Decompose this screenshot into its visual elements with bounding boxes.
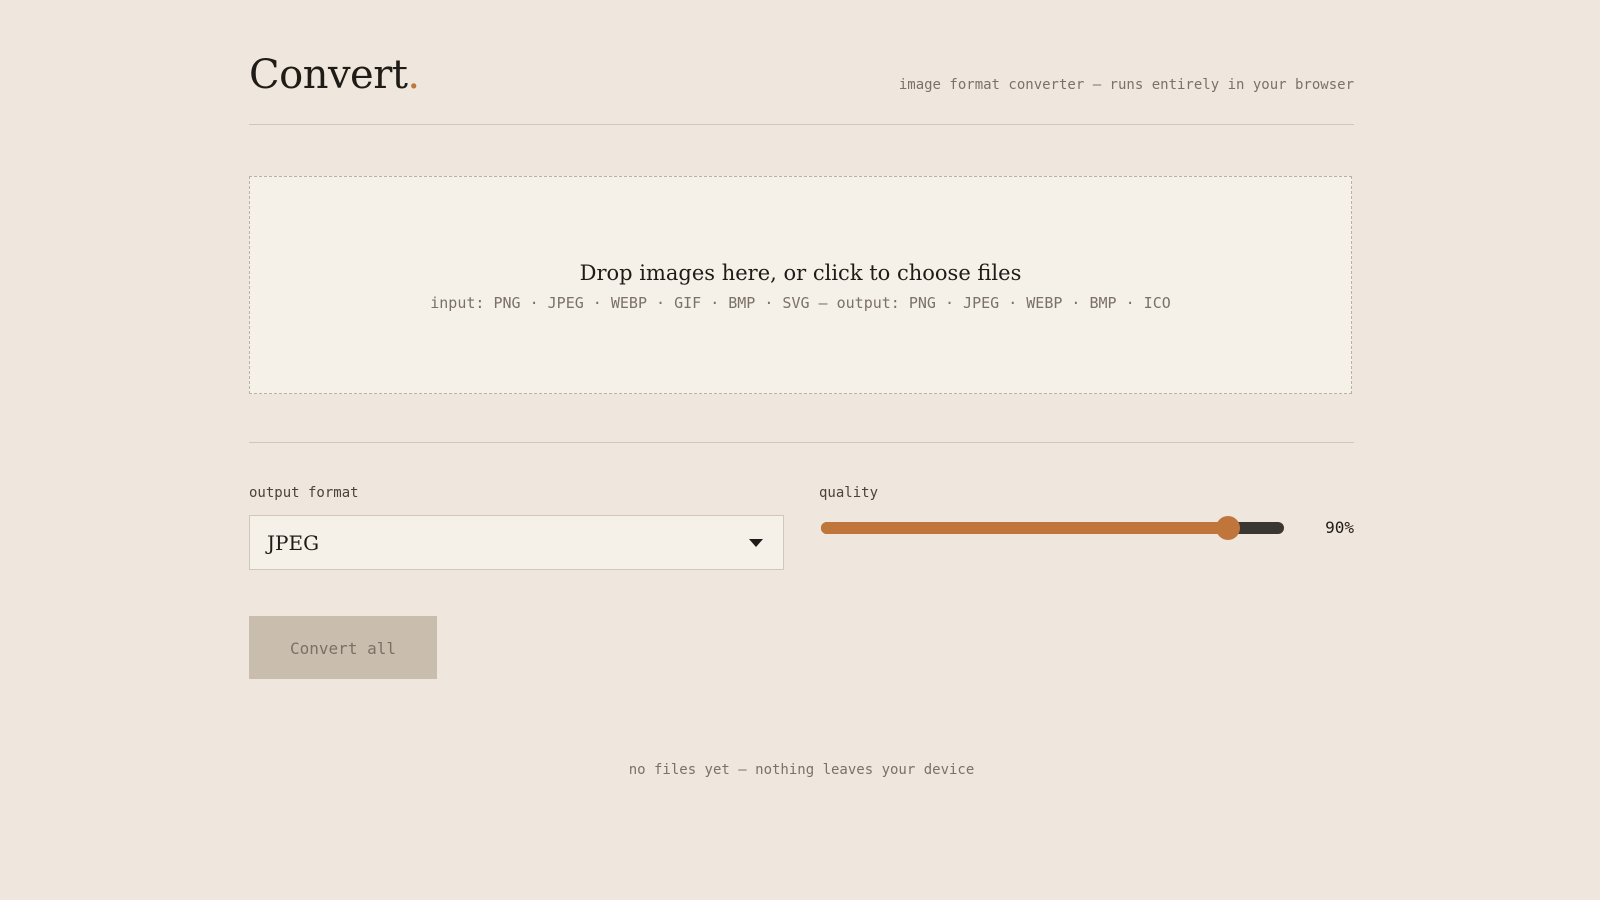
convert-all-button[interactable]: Convert all xyxy=(249,616,437,679)
output-format-select[interactable]: JPEG xyxy=(249,515,784,570)
quality-slider[interactable] xyxy=(821,516,1284,540)
app-tagline: image format converter — runs entirely i… xyxy=(898,77,1354,93)
app-title: Convert. xyxy=(249,50,420,100)
section-divider xyxy=(249,442,1354,443)
slider-fill xyxy=(821,522,1228,534)
supported-formats: input: PNG · JPEG · WEBP · GIF · BMP · S… xyxy=(430,294,1171,312)
header: Convert. image format converter — runs e… xyxy=(249,0,1354,125)
quality-label: quality xyxy=(819,485,879,501)
brand-text: Convert xyxy=(249,52,408,98)
output-format-value: JPEG xyxy=(267,531,320,555)
empty-state-note: no files yet — nothing leaves your devic… xyxy=(628,762,975,778)
output-format-label: output format xyxy=(249,485,359,501)
brand-dot: . xyxy=(407,52,420,98)
dropzone-title: Drop images here, or click to choose fil… xyxy=(579,261,1022,285)
file-dropzone[interactable]: Drop images here, or click to choose fil… xyxy=(249,176,1352,394)
quality-value: 90% xyxy=(1325,518,1354,537)
slider-thumb[interactable] xyxy=(1216,516,1240,540)
app-container: Convert. image format converter — runs e… xyxy=(249,0,1354,778)
chevron-down-icon xyxy=(749,539,763,547)
